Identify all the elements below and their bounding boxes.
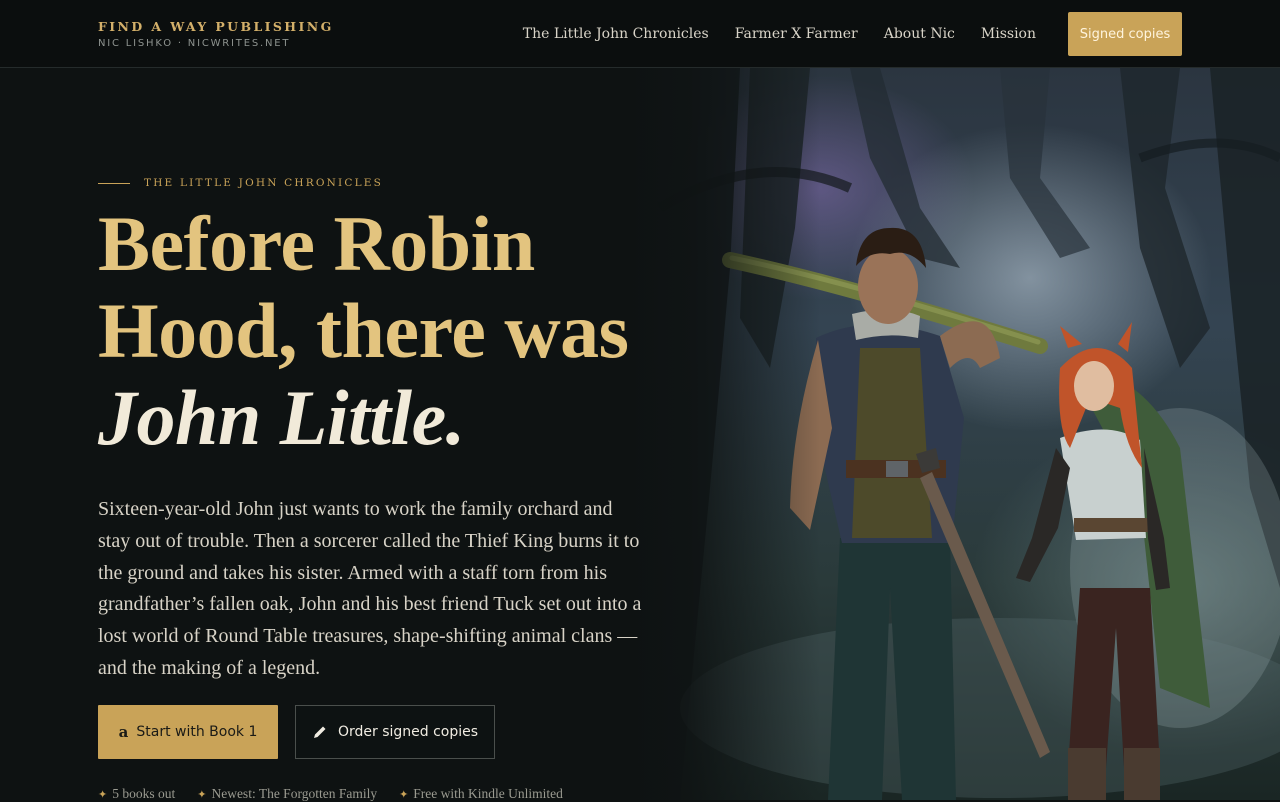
star-icon: ✦	[98, 788, 108, 801]
pencil-icon	[313, 726, 326, 738]
start-with-book-1-button[interactable]: a Start with Book 1	[98, 705, 278, 759]
main-nav: The Little John Chronicles Farmer X Farm…	[523, 12, 1182, 56]
eyebrow-rule	[98, 182, 130, 184]
nav-link-little-john-chronicles[interactable]: The Little John Chronicles	[523, 26, 709, 42]
headline-line-1: Before Robin	[98, 200, 535, 287]
brand-subtitle: NIC LISHKO · NICWRITES.NET	[98, 38, 291, 49]
headline-line-2: Hood, there was	[98, 287, 629, 374]
headline-line-3: John Little.	[98, 374, 678, 461]
headline-period: .	[445, 374, 466, 461]
hero-actions: a Start with Book 1 Order signed copies	[98, 705, 495, 759]
start-with-book-1-label: Start with Book 1	[136, 724, 258, 740]
star-icon: ✦	[197, 788, 207, 801]
star-icon: ✦	[399, 788, 409, 801]
nav-link-mission[interactable]: Mission	[981, 26, 1036, 42]
eyebrow-text: THE LITTLE JOHN CHRONICLES	[144, 177, 384, 189]
headline-accent-name: John Little	[98, 374, 446, 461]
hero-description: Sixteen-year-old John just wants to work…	[98, 498, 642, 679]
signed-copies-button[interactable]: Signed copies	[1068, 12, 1182, 56]
nav-link-farmer-x-farmer[interactable]: Farmer X Farmer	[735, 26, 858, 42]
amazon-icon: a	[118, 723, 129, 741]
order-signed-copies-label: Order signed copies	[337, 724, 479, 740]
hero-headline: Before Robin Hood, there was John Little…	[98, 200, 678, 461]
order-signed-copies-button[interactable]: Order signed copies	[295, 705, 495, 759]
brand[interactable]: FIND A WAY PUBLISHING NIC LISHKO · NICWR…	[98, 19, 334, 49]
site-header: FIND A WAY PUBLISHING NIC LISHKO · NICWR…	[0, 0, 1280, 68]
brand-name[interactable]: FIND A WAY PUBLISHING	[98, 19, 334, 34]
nav-link-about-nic[interactable]: About Nic	[884, 26, 955, 42]
series-eyebrow: THE LITTLE JOHN CHRONICLES	[98, 177, 383, 189]
